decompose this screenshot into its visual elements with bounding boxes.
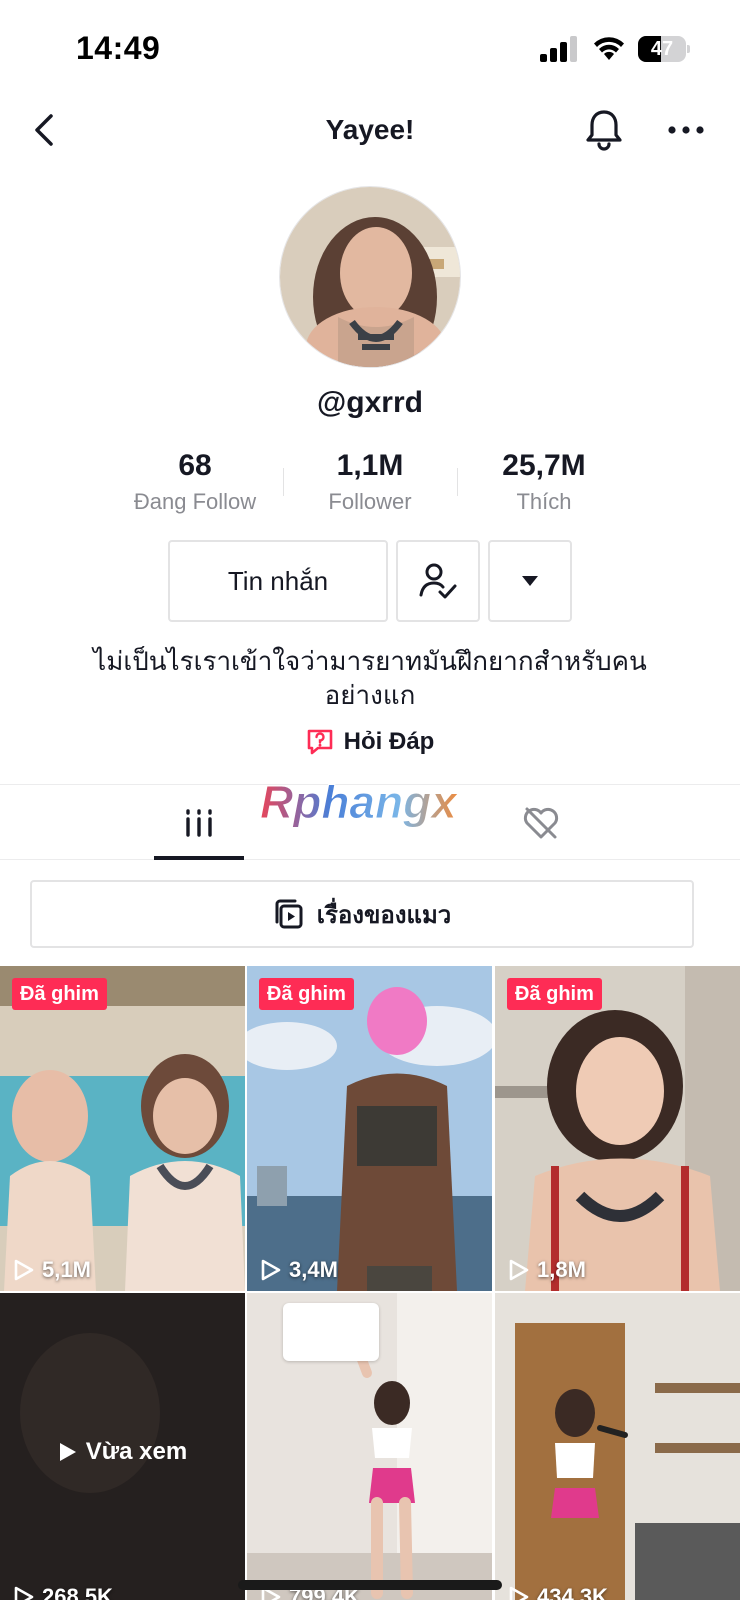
play-outline-icon bbox=[261, 1259, 281, 1281]
playlist-button[interactable]: เรื่องของแมว bbox=[30, 880, 694, 948]
play-outline-icon bbox=[509, 1586, 529, 1600]
status-time: 14:49 bbox=[76, 30, 161, 66]
view-count: 434,3K bbox=[505, 1584, 608, 1600]
comment-sticker bbox=[283, 1303, 379, 1361]
tab-liked[interactable] bbox=[496, 785, 586, 861]
view-count: 268,5K bbox=[10, 1584, 113, 1600]
profile-stats: 68 Đang Follow 1,1M Follower 25,7M Thích bbox=[0, 446, 740, 516]
play-outline-icon bbox=[509, 1259, 529, 1281]
view-count-value: 434,3K bbox=[537, 1584, 608, 1600]
watermark-logo: Rphangx bbox=[260, 776, 460, 829]
username: @gxrrd bbox=[317, 386, 423, 419]
video-tile[interactable]: Đã ghim 5,1M bbox=[0, 966, 245, 1291]
stat-likes-count: 25,7M bbox=[502, 449, 586, 482]
play-outline-icon bbox=[14, 1259, 34, 1281]
pinned-badge: Đã ghim bbox=[259, 978, 354, 1010]
message-button[interactable]: Tin nhắn bbox=[168, 540, 388, 622]
video-thumbnail bbox=[0, 966, 245, 1291]
video-thumbnail bbox=[495, 966, 740, 1291]
watermark-text: Rphangx bbox=[260, 776, 459, 828]
pinned-badge: Đã ghim bbox=[507, 978, 602, 1010]
stat-likes[interactable]: 25,7M Thích bbox=[457, 446, 631, 518]
stat-followers[interactable]: 1,1M Follower bbox=[283, 446, 457, 518]
message-button-label: Tin nhắn bbox=[227, 565, 329, 596]
tab-videos[interactable] bbox=[154, 785, 244, 861]
avatar-photo bbox=[280, 187, 460, 367]
grid-icon bbox=[186, 809, 212, 837]
play-icon bbox=[59, 1443, 76, 1461]
stat-followers-label: Follower bbox=[328, 489, 412, 514]
view-count-value: 268,5K bbox=[42, 1584, 113, 1600]
stat-likes-label: Thích bbox=[516, 489, 572, 514]
video-tile[interactable]: 799,4K bbox=[247, 1293, 492, 1600]
qa-link[interactable]: Hỏi Đáp bbox=[0, 724, 740, 760]
home-indicator[interactable] bbox=[238, 1580, 502, 1590]
view-count: 1,8M bbox=[505, 1257, 586, 1283]
view-count-value: 5,1M bbox=[42, 1257, 91, 1282]
view-count-value: 3,4M bbox=[289, 1257, 338, 1282]
profile-header: Yayee! bbox=[0, 96, 740, 166]
stat-following-label: Đang Follow bbox=[133, 489, 257, 514]
hidden-heart-icon bbox=[523, 807, 559, 839]
active-tab-indicator bbox=[154, 856, 244, 860]
wifi-icon bbox=[594, 37, 624, 60]
more-horizontal-icon[interactable] bbox=[666, 110, 706, 150]
pinned-badge: Đã ghim bbox=[12, 978, 107, 1010]
view-count: 5,1M bbox=[10, 1257, 91, 1283]
following-button[interactable] bbox=[396, 540, 480, 622]
stat-followers-count: 1,1M bbox=[336, 449, 404, 482]
suggested-accounts-button[interactable] bbox=[488, 540, 572, 622]
question-bubble-icon bbox=[307, 729, 332, 755]
video-tile[interactable]: Đã ghim 1,8M bbox=[495, 966, 740, 1291]
user-check-icon bbox=[419, 563, 457, 599]
play-outline-icon bbox=[14, 1586, 34, 1600]
video-tile[interactable]: Vừa xem 268,5K bbox=[0, 1293, 245, 1600]
qa-label: Hỏi Đáp bbox=[343, 728, 435, 755]
view-count: 3,4M bbox=[257, 1257, 338, 1283]
stat-following-count: 68 bbox=[178, 449, 212, 482]
video-thumbnail bbox=[495, 1293, 740, 1600]
video-tile[interactable]: 434,3K bbox=[495, 1293, 740, 1600]
status-bar: 14:49 47 bbox=[0, 0, 740, 96]
video-tile[interactable]: Đã ghim 3,4M bbox=[247, 966, 492, 1291]
stat-following[interactable]: 68 Đang Follow bbox=[108, 446, 282, 518]
video-thumbnail bbox=[247, 966, 492, 1291]
cellular-signal-icon bbox=[540, 36, 577, 62]
caret-down-icon bbox=[522, 576, 538, 586]
battery-level: 47 bbox=[650, 38, 674, 60]
video-grid: Đã ghim 5,1M Đã ghim 3,4M Đã ghim 1,8M V… bbox=[0, 966, 740, 1600]
profile-bio: ไม่เป็นไรเราเข้าใจว่ามารยาทมันฝึกยากสำหร… bbox=[93, 646, 647, 710]
recently-watched-label: Vừa xem bbox=[0, 1438, 245, 1466]
page-title: Yayee! bbox=[325, 114, 415, 145]
bell-icon[interactable] bbox=[584, 108, 624, 152]
playlist-label: เรื่องของแมว bbox=[316, 901, 452, 929]
playlist-icon bbox=[275, 899, 303, 929]
battery-icon: 47 bbox=[638, 36, 690, 62]
view-count-value: 1,8M bbox=[537, 1257, 586, 1282]
avatar[interactable] bbox=[279, 186, 461, 368]
recently-watched-text: Vừa xem bbox=[85, 1438, 188, 1465]
